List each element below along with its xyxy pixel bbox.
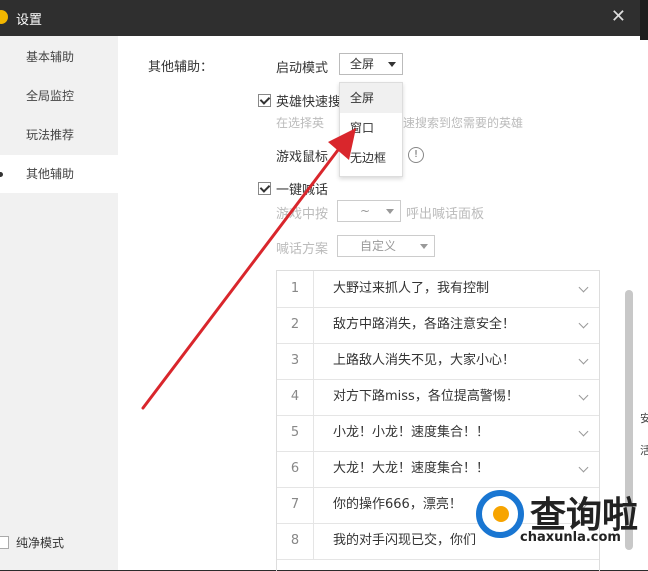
chevron-down-icon	[386, 209, 394, 214]
list-item[interactable]: 3 上路敌人消失不见，大家小心！	[277, 343, 599, 380]
row-number: 2	[277, 307, 314, 343]
window-title: 设置	[16, 13, 43, 28]
watermark-url: chaxunla.com	[520, 530, 621, 545]
scheme-select[interactable]: 自定义	[337, 235, 435, 257]
row-number: 1	[277, 271, 314, 307]
row-number: 3	[277, 343, 314, 379]
launch-mode-label: 启动模式	[276, 61, 329, 76]
row-text: 我的对手闪现已交，你们	[333, 533, 477, 548]
row-number: 4	[277, 379, 314, 415]
launch-mode-select[interactable]: 全屏	[339, 53, 403, 75]
hero-search-hint: 在选择英	[276, 116, 325, 130]
chevron-down-icon[interactable]	[578, 354, 589, 365]
background-window	[640, 40, 648, 570]
sidebar-item-basic[interactable]: 基本辅助	[0, 38, 118, 76]
chevron-down-icon[interactable]	[578, 282, 589, 293]
sidebar-item-other[interactable]: 其他辅助	[0, 155, 118, 193]
watermark-logo-icon	[476, 490, 524, 538]
mouse-label: 游戏鼠标	[276, 150, 329, 165]
hero-search-hint-tail: 速搜索到您需要的英雄	[403, 116, 524, 130]
row-number: 8	[277, 523, 314, 559]
title-bar: 设置 ✕	[0, 0, 640, 36]
app-logo-icon	[0, 10, 8, 24]
list-item[interactable]: 6 大龙！大龙！速度集合！！	[277, 451, 599, 488]
info-icon[interactable]: !	[408, 147, 424, 163]
middle-key-select[interactable]: ~	[337, 200, 401, 222]
chevron-down-icon[interactable]	[578, 390, 589, 401]
row-text: 小龙！小龙！速度集合！！	[333, 425, 490, 440]
row-text: 上路敌人消失不见，大家小心！	[333, 353, 516, 368]
option-label: 无边框	[350, 151, 387, 165]
pure-mode-label: 纯净模式	[16, 536, 65, 550]
option-borderless[interactable]: 无边框	[340, 143, 402, 173]
one-key-label: 一键喊话	[276, 183, 329, 198]
chevron-down-icon[interactable]	[578, 318, 589, 329]
option-label: 窗口	[350, 121, 375, 135]
active-dot-icon	[0, 172, 3, 177]
launch-mode-value: 全屏	[350, 57, 375, 71]
one-key-checkbox[interactable]	[258, 182, 271, 195]
scheme-value: 自定义	[360, 239, 397, 253]
sidebar-item-label: 全局监控	[26, 89, 75, 103]
sidebar: 基本辅助 全局监控 玩法推荐 其他辅助 纯净模式	[0, 36, 118, 570]
chevron-down-icon[interactable]	[578, 462, 589, 473]
sidebar-item-label: 其他辅助	[26, 167, 75, 181]
close-icon[interactable]: ✕	[611, 6, 626, 27]
row-number: 7	[277, 487, 314, 523]
option-window[interactable]: 窗口	[340, 113, 402, 143]
list-item[interactable]: 4 对方下路miss，各位提高警惕！	[277, 379, 599, 416]
watermark: 查询啦 chaxunla.com	[470, 484, 640, 570]
option-label: 全屏	[350, 91, 375, 105]
sidebar-item-label: 玩法推荐	[26, 128, 75, 142]
scheme-label: 喊话方案	[276, 242, 329, 257]
hero-search-checkbox[interactable]	[258, 94, 271, 107]
list-item[interactable]: 1 大野过来抓人了，我有控制	[277, 271, 599, 308]
middle-key-label: 游戏中按	[276, 207, 329, 222]
section-label: 其他辅助：	[148, 60, 214, 75]
row-text: 你的操作666，漂亮！	[333, 497, 462, 512]
row-text: 对方下路miss，各位提高警惕！	[333, 389, 519, 404]
middle-key-value: ~	[360, 204, 371, 218]
row-number: 5	[277, 415, 314, 451]
list-item[interactable]: 2 敌方中路消失，各路注意安全！	[277, 307, 599, 344]
row-text: 大龙！大龙！速度集合！！	[333, 461, 490, 476]
sidebar-item-recommend[interactable]: 玩法推荐	[0, 116, 118, 154]
sidebar-item-label: 基本辅助	[26, 50, 75, 64]
chevron-down-icon[interactable]	[578, 426, 589, 437]
chevron-down-icon	[420, 244, 428, 249]
row-text: 大野过来抓人了，我有控制	[333, 281, 490, 296]
hero-search-label: 英雄快速搜	[276, 95, 342, 110]
list-item[interactable]: 5 小龙！小龙！速度集合！！	[277, 415, 599, 452]
chevron-down-icon	[388, 62, 396, 67]
background-char: 安	[640, 412, 648, 425]
middle-key-suffix: 呼出喊话面板	[406, 207, 485, 222]
checkbox-icon	[0, 536, 9, 549]
row-text: 敌方中路消失，各路注意安全！	[333, 317, 516, 332]
option-fullscreen[interactable]: 全屏	[340, 83, 402, 113]
row-number: 6	[277, 451, 314, 487]
launch-mode-dropdown: 全屏 窗口 无边框	[339, 82, 403, 177]
sidebar-item-monitor[interactable]: 全局监控	[0, 77, 118, 115]
background-char: 活	[640, 444, 648, 457]
